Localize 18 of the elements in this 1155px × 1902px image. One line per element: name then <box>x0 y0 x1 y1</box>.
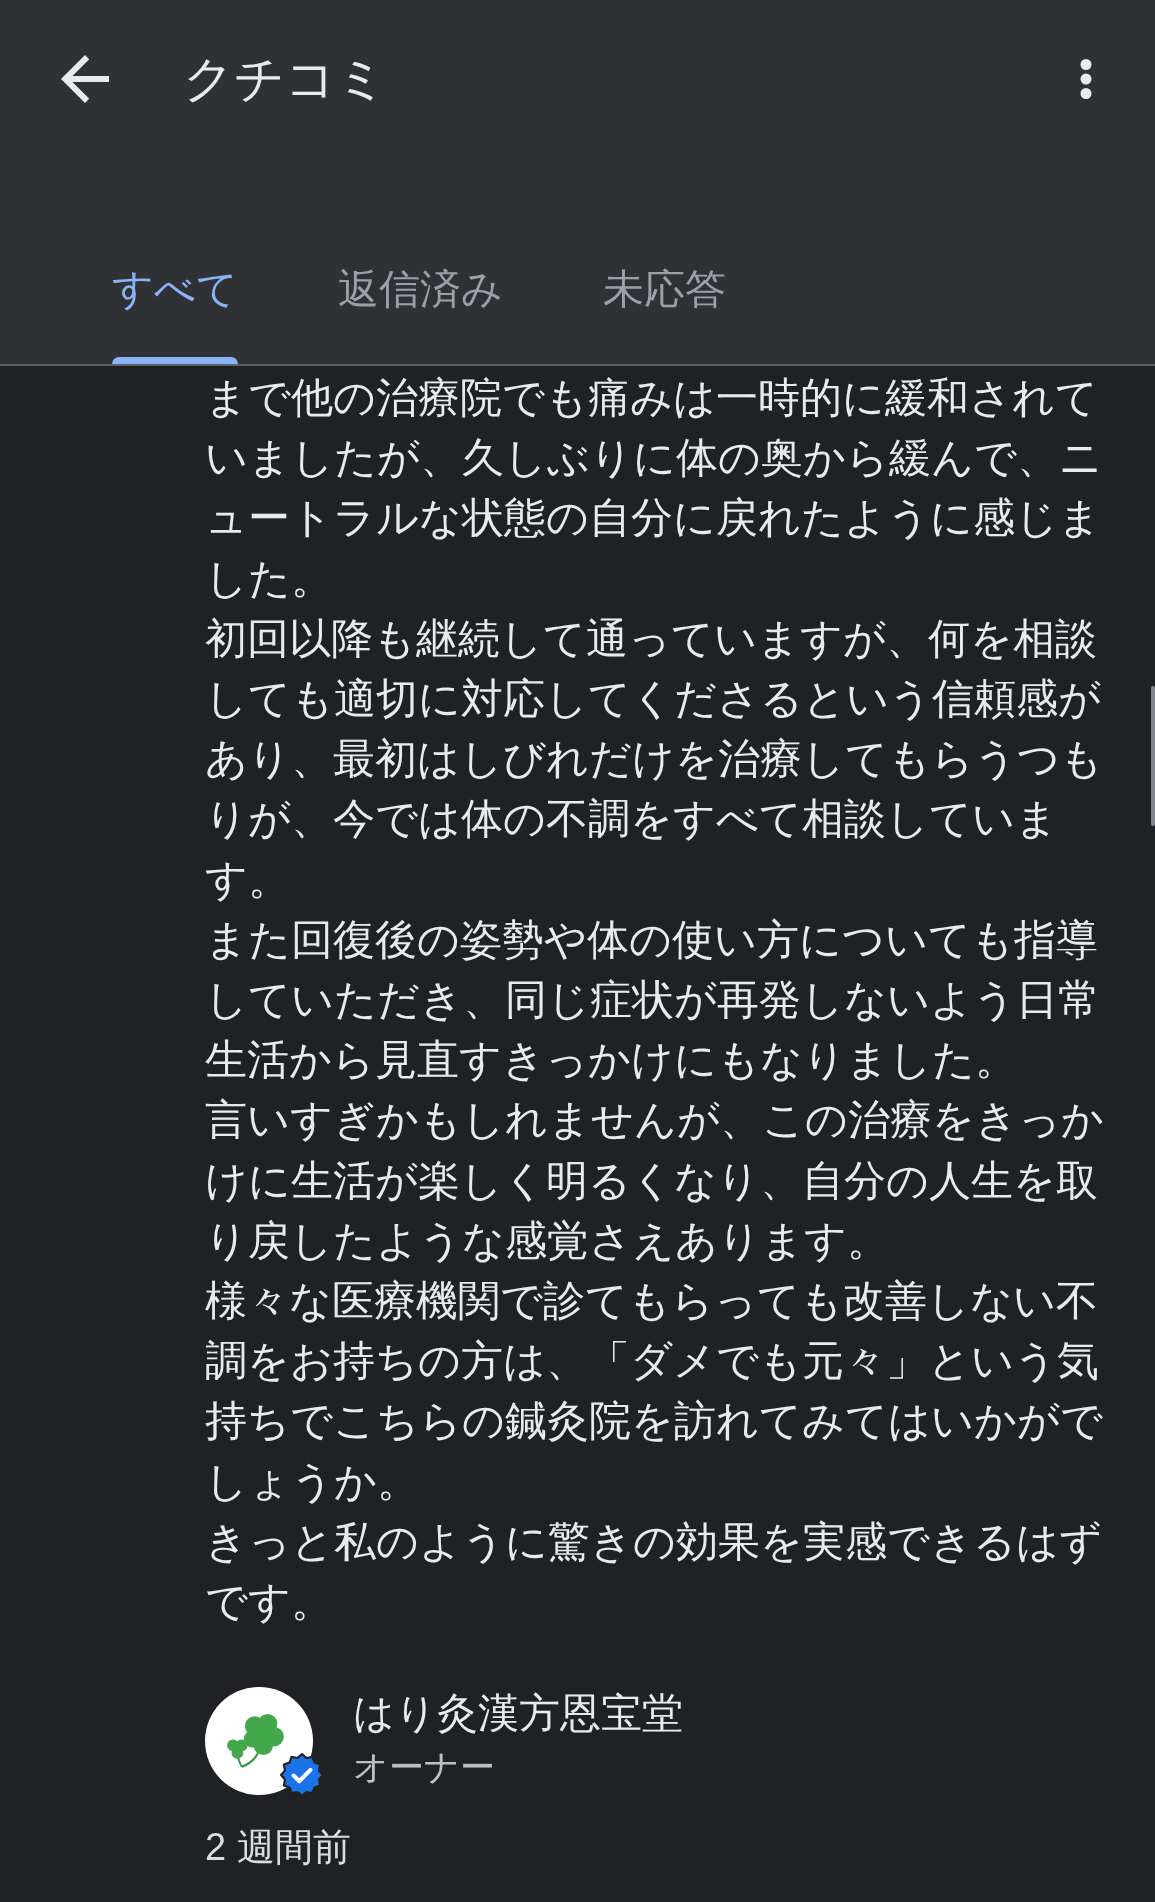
review-paragraph: 様々な医療機関で診てもらっても改善しない不調をお持ちの方は、「ダメでも元々」という気持ちでこちらの鍼灸院を訪れてみてはいかがでしょうか。 <box>205 1276 1104 1507</box>
owner-role: オーナー <box>353 1746 496 1789</box>
review-paragraph: また回復後の姿勢や体の使い方についても指導していただき、同じ症状が再発しないよう日常生活から見直すきっかけにもなりました。 <box>205 914 1101 1086</box>
back-arrow-icon <box>61 55 109 103</box>
back-button[interactable] <box>61 55 109 103</box>
owner-name: はり灸漢方恩宝堂 <box>353 1689 683 1739</box>
tab[interactable]: 未応答 <box>553 214 776 364</box>
clover-logo-icon <box>205 1687 313 1796</box>
tab[interactable]: すべて <box>62 214 288 364</box>
review-paragraph: まで他の治療院でも痛みは一時的に緩和されていましたが、久しぶりに体の奥から緩んで、ニュートラルな状態の自分に戻れたように感じました。 <box>205 373 1103 604</box>
tab[interactable]: 返信済み <box>288 214 553 364</box>
review-paragraph: 言いすぎかもしれませんが、この治療をきっかけに生活が楽しく明るくなり、自分の人生を取り戻したような感覚さえあります。 <box>205 1095 1105 1266</box>
more-options-button[interactable] <box>1080 59 1092 99</box>
more-options-icon <box>1080 59 1092 99</box>
review-paragraph: 初回以降も継続して通っていますが、何を相談しても適切に対応してくださるという信頼感があり、最初はしびれだけを治療してもらうつもりが、今では体の不調をすべて相談しています。 <box>205 613 1104 905</box>
reply-time: 2 週間前 <box>205 1825 352 1871</box>
review-paragraph: きっと私のように驚きの効果を実感できるはずです。 <box>205 1516 1103 1628</box>
page-title: クチコミ <box>183 50 387 109</box>
